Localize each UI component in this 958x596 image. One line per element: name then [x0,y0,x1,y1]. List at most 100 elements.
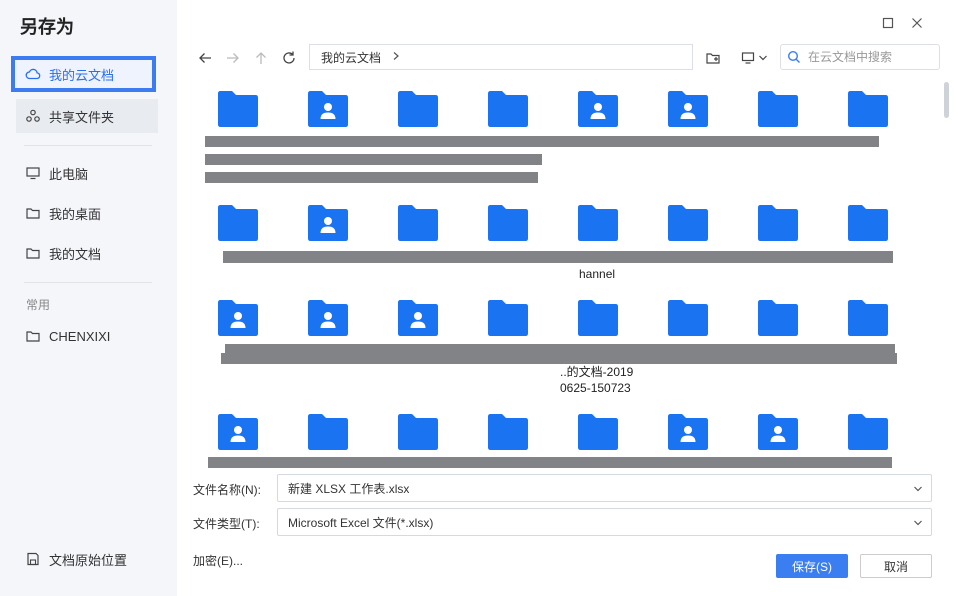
folder-item[interactable] [757,299,799,337]
folder-item[interactable] [847,204,889,242]
sidebar-item-label: CHENXIXI [49,328,111,344]
dialog-title: 另存为 [20,17,74,37]
sidebar-item-label: 我的云文档 [49,67,115,83]
shared-folder-item[interactable] [397,299,439,337]
chevron-right-icon [391,50,401,64]
shared-folder-item[interactable] [217,299,259,337]
shared-folder-item[interactable] [307,204,349,242]
search-icon [787,50,800,63]
folder-item[interactable] [667,204,709,242]
search-box[interactable] [780,44,940,70]
back-button[interactable] [194,47,216,69]
folder-icon [25,328,41,344]
file-label: hannel [579,267,616,281]
folder-icon [25,245,41,261]
view-mode-button[interactable] [737,47,771,69]
forward-button[interactable] [222,47,244,69]
sidebar-item-label: 共享文件夹 [49,109,115,125]
sidebar-item-this-pc[interactable]: 此电脑 [16,156,158,190]
folder-icon [398,91,438,127]
folder-item[interactable] [307,413,349,451]
shared-folder-icon [308,91,348,127]
folder-item[interactable] [217,90,259,128]
shared-folder-item[interactable] [667,413,709,451]
shared-folder-icon [668,91,708,127]
folder-item[interactable] [487,299,529,337]
shared-folder-icon [218,414,258,450]
common-section-label: 常用 [26,298,51,312]
breadcrumb-item[interactable]: 我的云文档 [321,49,381,66]
shared-folder-icon [218,300,258,336]
folder-icon [488,300,528,336]
folder-item[interactable] [757,90,799,128]
filetype-select[interactable]: Microsoft Excel 文件(*.xlsx) [277,508,932,536]
folder-icon [848,414,888,450]
folder-icon [848,300,888,336]
folder-item[interactable] [577,413,619,451]
folder-item[interactable] [397,413,439,451]
folder-icon [578,205,618,241]
maximize-button[interactable] [880,15,896,31]
folder-icon [488,205,528,241]
shared-folder-item[interactable] [307,90,349,128]
sidebar-item-label: 我的桌面 [49,206,102,222]
shared-folder-item[interactable] [217,413,259,451]
save-button[interactable]: 保存(S) [776,554,848,578]
redacted-filename [225,344,895,353]
folder-item[interactable] [397,204,439,242]
cancel-button[interactable]: 取消 [860,554,932,578]
folder-item[interactable] [397,90,439,128]
folder-item[interactable] [847,299,889,337]
scrollbar-thumb[interactable] [944,82,949,118]
folder-icon [668,300,708,336]
folder-item[interactable] [487,90,529,128]
encrypt-link[interactable]: 加密(E)... [193,552,243,569]
redacted-filename [221,353,897,364]
folder-icon [488,91,528,127]
shared-folder-item[interactable] [307,299,349,337]
file-label: 0625-150723 [560,381,631,395]
folder-item[interactable] [667,299,709,337]
sidebar-item-my-documents[interactable]: 我的文档 [16,236,158,270]
folder-icon [578,414,618,450]
folder-item[interactable] [217,204,259,242]
folder-item[interactable] [577,204,619,242]
shared-folder-item[interactable] [577,90,619,128]
shared-folder-icon [308,205,348,241]
redacted-filename [223,251,893,263]
chevron-down-icon[interactable] [913,517,923,531]
filetype-value: Microsoft Excel 文件(*.xlsx) [288,515,434,530]
folder-item[interactable] [847,413,889,451]
sidebar-item-my-cloud-docs[interactable]: 我的云文档 [11,56,156,92]
save-location-icon [25,551,41,567]
redacted-filename [208,457,892,468]
folder-item[interactable] [757,204,799,242]
main-pane: 我的云文档 hannel ..的文档-2019 0625-150723 文件名称… [177,0,958,596]
shared-folder-item[interactable] [757,413,799,451]
folder-icon [25,205,41,221]
chevron-down-icon [758,55,767,61]
breadcrumb[interactable]: 我的云文档 [309,44,693,70]
monitor-icon [741,52,754,64]
search-input[interactable] [806,49,935,65]
up-button[interactable] [250,47,272,69]
folder-icon [578,300,618,336]
refresh-button[interactable] [278,47,300,69]
folder-item[interactable] [487,413,529,451]
close-button[interactable] [909,15,925,31]
chevron-down-icon[interactable] [913,483,923,497]
folder-icon [308,414,348,450]
sidebar-item-chenxixi[interactable]: CHENXIXI [16,319,158,353]
filename-field[interactable]: 新建 XLSX 工作表.xlsx [277,474,932,502]
sidebar-item-label: 此电脑 [49,166,89,182]
new-folder-button[interactable] [702,47,724,69]
folder-item[interactable] [847,90,889,128]
sidebar-item-shared-folder[interactable]: 共享文件夹 [16,99,158,133]
sidebar-item-my-desktop[interactable]: 我的桌面 [16,196,158,230]
sidebar-item-original-location[interactable]: 文档原始位置 [16,542,158,576]
shared-folder-item[interactable] [667,90,709,128]
shared-folder-icon [308,300,348,336]
folder-item[interactable] [577,299,619,337]
folder-item[interactable] [487,204,529,242]
shared-folder-icon [668,414,708,450]
